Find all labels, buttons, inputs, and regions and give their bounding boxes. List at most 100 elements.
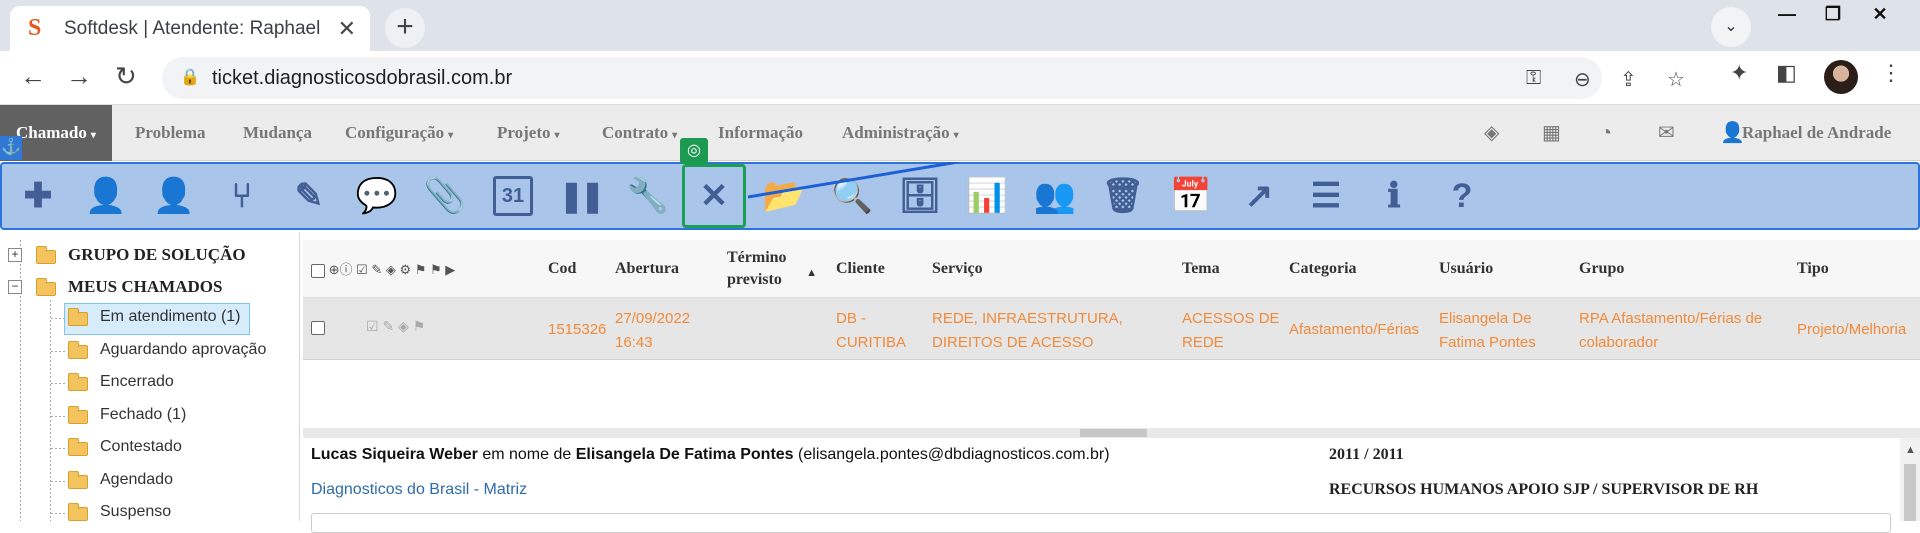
envelope-icon[interactable]: ✉ xyxy=(1658,105,1675,161)
sidebar-item-2[interactable]: Encerrado xyxy=(100,373,174,391)
nav-projeto[interactable]: Projeto ▾ xyxy=(497,105,560,161)
sidebar-item-0[interactable]: Em atendimento (1) xyxy=(100,308,241,326)
target-pin-icon: ◎ xyxy=(680,138,708,164)
row-checkbox[interactable] xyxy=(311,321,325,335)
scrollbar-thumb[interactable] xyxy=(1904,464,1916,521)
cell-tipo: Projeto/Melhoria xyxy=(1797,321,1907,338)
company-link[interactable]: Diagnosticos do Brasil - Matriz xyxy=(311,481,527,499)
zoom-out-icon[interactable]: ⊖ xyxy=(1574,67,1591,92)
nav-configuracao[interactable]: Configuração ▾ xyxy=(345,105,453,161)
collapse-toggle-icon[interactable]: − xyxy=(8,280,22,294)
sidebar-item-6[interactable]: Suspenso xyxy=(100,503,171,521)
col-cod[interactable]: Cod xyxy=(548,240,576,298)
calendar-icon[interactable]: 📅 xyxy=(1159,164,1223,228)
chevron-down-icon: ▾ xyxy=(90,130,96,141)
add-user-icon[interactable]: 👤 xyxy=(142,164,206,228)
paperclip-icon[interactable]: 📎 xyxy=(413,164,477,228)
col-tipo[interactable]: Tipo xyxy=(1797,240,1829,298)
user-forward-icon[interactable]: 👤 xyxy=(74,164,138,228)
extensions-puzzle-icon[interactable]: ✦ xyxy=(1730,60,1748,86)
col-grupo[interactable]: Grupo xyxy=(1579,240,1624,298)
back-arrow-icon[interactable]: ← xyxy=(20,61,46,92)
select-all-checkbox[interactable] xyxy=(311,263,325,278)
nav-informacao[interactable]: Informação xyxy=(718,105,803,161)
sidebar-item-3[interactable]: Fechado (1) xyxy=(100,406,186,424)
folder-icon xyxy=(68,373,88,391)
header-status-icons[interactable]: ⊕ⓘ ☑ ✎ ◈ ⚙ ⚑ ⚑ ▶ xyxy=(329,262,456,277)
side-panel-icon[interactable]: ◧ xyxy=(1776,60,1797,86)
close-window-button[interactable]: ✕ xyxy=(1860,3,1900,31)
nav-administracao[interactable]: Administração ▾ xyxy=(842,105,959,161)
folder-icon xyxy=(36,246,56,264)
folder-icon xyxy=(68,503,88,521)
col-cliente[interactable]: Cliente xyxy=(836,240,885,298)
sidebar-group-meus-chamados[interactable]: MEUS CHAMADOS xyxy=(68,277,222,297)
wrench-screwdriver-icon[interactable]: ✕ xyxy=(682,164,746,228)
tab-title: Softdesk | Atendente: Raphael de Andrade xyxy=(64,17,324,39)
ticket-icon[interactable]: ◈ xyxy=(1484,105,1499,161)
key-icon[interactable]: ⚿ xyxy=(1526,67,1541,90)
sidebar-item-5[interactable]: Agendado xyxy=(100,471,173,489)
col-categoria[interactable]: Categoria xyxy=(1289,240,1357,298)
calendar-31-icon[interactable]: 31 xyxy=(493,176,533,216)
requester-name: Lucas Siqueira Weber xyxy=(311,446,478,463)
col-tema[interactable]: Tema xyxy=(1182,240,1220,298)
dashboard-gauge-icon[interactable]: ◔ xyxy=(1600,105,1612,161)
bookmark-star-icon[interactable]: ☆ xyxy=(1667,67,1685,92)
splitter-grip[interactable] xyxy=(1080,429,1147,437)
sidebar-group-grupo-de-solucao[interactable]: GRUPO DE SOLUÇÃO xyxy=(68,245,246,265)
col-usuario[interactable]: Usuário xyxy=(1439,240,1493,298)
share-icon[interactable]: ↗ xyxy=(1227,164,1291,228)
nav-contrato[interactable]: Contrato ▾ xyxy=(602,105,677,161)
users-icon[interactable]: 👥 xyxy=(1023,164,1087,228)
sidebar-item-1[interactable]: Aguardando aprovação xyxy=(100,341,266,359)
tree-connector xyxy=(51,415,67,417)
connector-line xyxy=(748,162,959,199)
wrench-icon[interactable]: 🔧 xyxy=(616,164,680,228)
nav-problema[interactable]: Problema xyxy=(135,105,206,161)
minimize-button[interactable]: — xyxy=(1767,3,1807,31)
tab-close-icon[interactable]: ✕ xyxy=(338,16,356,42)
reload-icon[interactable]: ↻ xyxy=(115,61,137,92)
anchor-icon[interactable]: ⚓ xyxy=(0,136,22,160)
extension-number: 2011 / 2011 xyxy=(1329,446,1404,463)
info-icon[interactable]: ℹ xyxy=(1362,164,1426,228)
address-bar: ← → ↻ 🔒 ticket.diagnosticosdobrasil.com.… xyxy=(0,51,1920,105)
share-page-icon[interactable]: ⇪ xyxy=(1620,67,1637,92)
url-field[interactable]: 🔒 ticket.diagnosticosdobrasil.com.br ⚿ ⊖… xyxy=(162,57,1685,99)
table-row[interactable]: ☑ ✎ ◈ ⚑ 1515326 27/09/2022 16:43 DB - CU… xyxy=(303,298,1920,360)
tab-search-chevron-icon[interactable]: ⌄ xyxy=(1711,7,1751,47)
folder-icon xyxy=(68,340,88,359)
profile-avatar[interactable] xyxy=(1824,60,1858,94)
branch-icon[interactable]: ⑂ xyxy=(210,164,274,228)
forward-arrow-icon[interactable]: → xyxy=(66,61,92,92)
maximize-button[interactable]: ❐ xyxy=(1813,3,1853,31)
plus-icon[interactable]: ✚ xyxy=(6,164,70,228)
nav-mudanca[interactable]: Mudança xyxy=(243,105,312,161)
lock-icon[interactable]: 🔒 xyxy=(180,67,200,87)
user-name[interactable]: Raphael de Andrade xyxy=(1742,105,1891,161)
list-icon[interactable]: ☰ xyxy=(1294,164,1358,228)
sidebar-item-4[interactable]: Contestado xyxy=(100,438,182,456)
col-abertura[interactable]: Abertura xyxy=(615,240,679,298)
help-icon[interactable]: ? xyxy=(1430,164,1494,228)
pane-splitter[interactable] xyxy=(303,428,1920,438)
pause-icon[interactable]: ❚❚ xyxy=(548,164,612,228)
comment-icon[interactable]: 💬 xyxy=(345,164,409,228)
trash-icon[interactable]: 🗑 xyxy=(1091,164,1155,228)
new-tab-button[interactable]: + xyxy=(385,8,425,48)
detail-scrollbar[interactable]: ▲ xyxy=(1900,438,1920,521)
cell-grupo: RPA Afastamento/Férias de colaborador xyxy=(1579,310,1763,351)
pencil-icon[interactable]: ✎ xyxy=(277,164,341,228)
calendar-icon[interactable]: ▦ xyxy=(1542,105,1561,161)
col-servico[interactable]: Serviço xyxy=(932,240,983,298)
cell-cod: 1515326 xyxy=(548,321,607,338)
chevron-down-icon: ▾ xyxy=(448,130,454,141)
browser-tab[interactable]: S Softdesk | Atendente: Raphael de Andra… xyxy=(10,6,370,51)
expand-toggle-icon[interactable]: + xyxy=(8,248,22,262)
grid-empty-area xyxy=(303,360,1920,428)
col-termino-previsto[interactable]: Término previsto ▲ xyxy=(727,240,817,298)
browser-menu-icon[interactable]: ⋮ xyxy=(1880,60,1902,86)
grid-header: ⊕ⓘ ☑ ✎ ◈ ⚙ ⚑ ⚑ ▶ Cod Abertura Término pr… xyxy=(303,240,1920,298)
scroll-up-icon[interactable]: ▲ xyxy=(1905,444,1916,456)
